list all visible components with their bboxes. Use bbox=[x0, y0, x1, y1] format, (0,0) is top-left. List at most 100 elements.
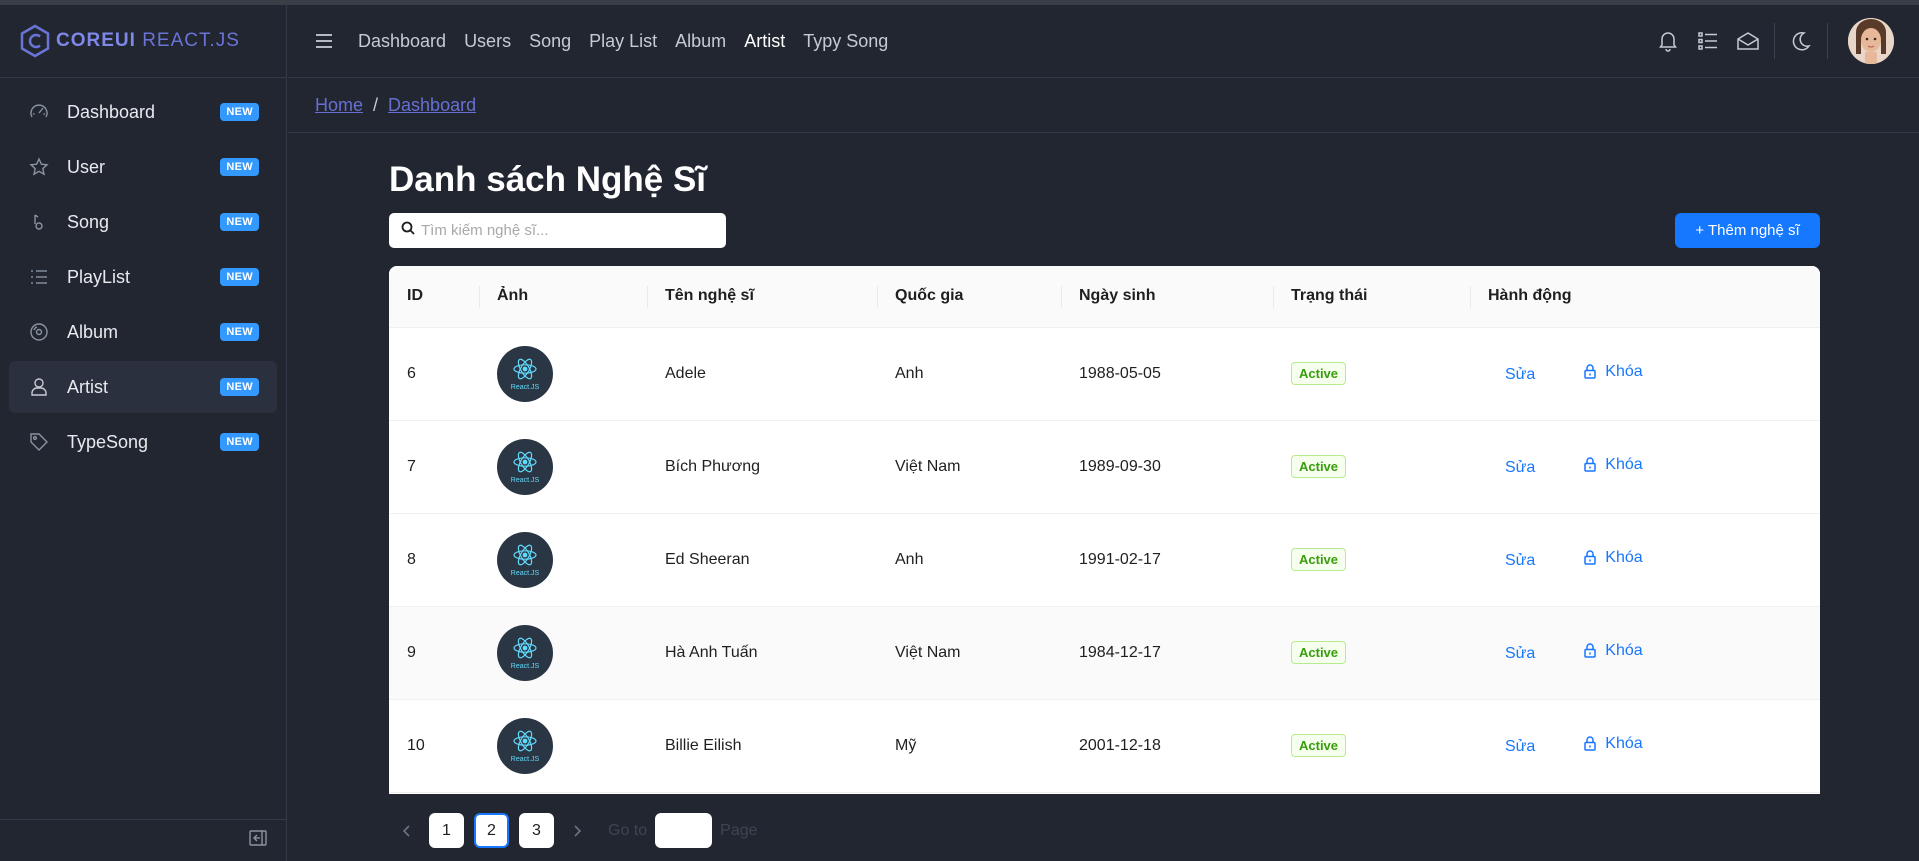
column-header-image[interactable]: Ảnh bbox=[479, 266, 647, 328]
column-separator bbox=[1273, 286, 1274, 308]
avatar[interactable] bbox=[1848, 18, 1894, 64]
sidebar-item-label: Dashboard bbox=[67, 101, 156, 122]
column-header-id[interactable]: ID bbox=[389, 266, 479, 328]
menu-toggle-icon[interactable] bbox=[312, 29, 336, 53]
column-header-actions[interactable]: Hành động bbox=[1470, 266, 1820, 328]
status-badge: Active bbox=[1291, 734, 1347, 757]
top-nav-dashboard[interactable]: Dashboard bbox=[358, 31, 446, 52]
prev-page-icon[interactable] bbox=[389, 813, 424, 848]
breadcrumb-separator: / bbox=[373, 95, 379, 115]
lock-button[interactable]: Khóa bbox=[1583, 735, 1643, 753]
new-badge: NEW bbox=[220, 158, 259, 176]
goto-page-input[interactable] bbox=[655, 813, 713, 848]
cell-actions: Sửa Khóa bbox=[1470, 420, 1820, 514]
edit-link[interactable]: Sửa bbox=[1505, 459, 1535, 476]
next-page-icon[interactable] bbox=[559, 813, 594, 848]
table-row[interactable]: 7 React.JS Bích Phương Việt Nam 1989-09-30 Ac… bbox=[389, 420, 1820, 514]
cell-status: Active bbox=[1273, 699, 1470, 793]
sidebar-item-label: Artist bbox=[67, 376, 109, 397]
cell-status: Active bbox=[1273, 513, 1470, 607]
cell-country: Việt Nam bbox=[877, 420, 1061, 514]
top-nav-song[interactable]: Song bbox=[529, 31, 571, 52]
table-header-row: ID Ảnh Tên nghệ sĩ Quốc gia Ngày sinh Tr… bbox=[389, 266, 1820, 328]
edit-link[interactable]: Sửa bbox=[1505, 552, 1535, 569]
status-badge: Active bbox=[1291, 548, 1347, 571]
column-header-name[interactable]: Tên nghệ sĩ bbox=[647, 266, 877, 328]
sidebar-item-label: Album bbox=[67, 321, 119, 342]
page-item-3[interactable]: 3 bbox=[519, 813, 554, 848]
react-logo-icon bbox=[512, 543, 538, 572]
top-nav-artist[interactable]: Artist bbox=[744, 31, 785, 52]
brand-name: COREUI REACT.JS bbox=[56, 30, 240, 51]
breadcrumb: Home / Dashboard bbox=[288, 79, 1919, 133]
sidebar-item-album[interactable]: Album NEW bbox=[9, 306, 277, 358]
column-header-status[interactable]: Trạng thái bbox=[1273, 266, 1470, 328]
new-badge: NEW bbox=[220, 268, 259, 286]
top-nav: Dashboard Users Song Play List Album Artist Ty… bbox=[358, 31, 888, 52]
sidebar-item-dashboard[interactable]: Dashboard NEW bbox=[9, 86, 277, 138]
page-item-2[interactable]: 2 bbox=[474, 813, 509, 848]
page-label: Page bbox=[720, 821, 758, 839]
task-list-icon[interactable] bbox=[1688, 21, 1728, 61]
edit-link[interactable]: Sửa bbox=[1505, 738, 1535, 755]
cell-id: 7 bbox=[389, 420, 479, 514]
cell-country: Anh bbox=[877, 513, 1061, 607]
search-input[interactable] bbox=[421, 222, 701, 239]
edit-link[interactable]: Sửa bbox=[1505, 645, 1535, 662]
speedometer-icon bbox=[27, 100, 51, 124]
lock-label: Khóa bbox=[1605, 641, 1643, 659]
cell-name: Hà Anh Tuấn bbox=[647, 606, 877, 700]
column-separator bbox=[877, 286, 878, 308]
goto-label: Go to bbox=[608, 821, 648, 839]
top-nav-typy-song[interactable]: Typy Song bbox=[803, 31, 888, 52]
sidebar-item-typesong[interactable]: TypeSong NEW bbox=[9, 416, 277, 468]
goto-page: Go to Page bbox=[608, 813, 758, 848]
lock-button[interactable]: Khóa bbox=[1583, 641, 1643, 660]
lock-button[interactable]: Khóa bbox=[1583, 363, 1643, 381]
avatar-caption: React.JS bbox=[510, 476, 540, 484]
column-header-country[interactable]: Quốc gia bbox=[877, 266, 1061, 328]
tag-icon bbox=[27, 430, 51, 454]
add-artist-button[interactable]: + Thêm nghệ sĩ bbox=[1675, 213, 1820, 248]
cell-birthdate: 1984-12-17 bbox=[1061, 606, 1273, 700]
page-item-1[interactable]: 1 bbox=[429, 813, 464, 848]
edit-link[interactable]: Sửa bbox=[1505, 366, 1535, 383]
sidebar: COREUI REACT.JS Dashboard NEW User NEW Song N… bbox=[0, 5, 287, 861]
sidebar-collapse-icon[interactable] bbox=[248, 828, 268, 853]
new-badge: NEW bbox=[220, 323, 259, 341]
sidebar-item-playlist[interactable]: PlayList NEW bbox=[9, 251, 277, 303]
sidebar-item-user[interactable]: User NEW bbox=[9, 141, 277, 193]
cell-id: 6 bbox=[389, 327, 479, 421]
column-separator bbox=[1061, 286, 1062, 308]
bell-icon[interactable] bbox=[1648, 21, 1688, 61]
cell-country: Anh bbox=[877, 327, 1061, 421]
envelope-open-icon[interactable] bbox=[1728, 21, 1768, 61]
cell-name: Adele bbox=[647, 327, 877, 421]
sidebar-item-artist[interactable]: Artist NEW bbox=[9, 361, 277, 413]
brand[interactable]: COREUI REACT.JS bbox=[0, 5, 286, 78]
top-nav-play-list[interactable]: Play List bbox=[589, 31, 657, 52]
list-icon bbox=[27, 265, 51, 289]
top-nav-album[interactable]: Album bbox=[675, 31, 726, 52]
lock-icon bbox=[1583, 643, 1597, 658]
table-row[interactable]: 10 React.JS Billie Eilish Mỹ 2001-12-18 Activ… bbox=[389, 699, 1820, 793]
react-logo-icon bbox=[512, 357, 538, 386]
top-nav-users[interactable]: Users bbox=[464, 31, 511, 52]
avatar-caption: React.JS bbox=[510, 383, 540, 391]
table-row[interactable]: 6 React.JS Adele Anh 1988-05-05 Active Sửa Khóa bbox=[389, 327, 1820, 421]
avatar-caption: React.JS bbox=[510, 662, 540, 670]
cell-image: React.JS bbox=[479, 420, 647, 514]
breadcrumb-home-link[interactable]: Home bbox=[315, 95, 363, 116]
coreui-logo: COREUI REACT.JS bbox=[20, 24, 240, 58]
sidebar-item-song[interactable]: Song NEW bbox=[9, 196, 277, 248]
sidebar-item-label: TypeSong bbox=[67, 431, 149, 452]
table-row[interactable]: 9 React.JS Hà Anh Tuấn Việt Nam 1984-12-17 Ac… bbox=[389, 606, 1820, 700]
cell-actions: Sửa Khóa bbox=[1470, 327, 1820, 421]
column-header-birthdate[interactable]: Ngày sinh bbox=[1061, 266, 1273, 328]
cell-actions: Sửa Khóa bbox=[1470, 699, 1820, 793]
lock-button[interactable]: Khóa bbox=[1583, 456, 1643, 474]
moon-icon[interactable] bbox=[1781, 21, 1821, 61]
breadcrumb-current-link[interactable]: Dashboard bbox=[388, 95, 476, 116]
lock-button[interactable]: Khóa bbox=[1583, 549, 1643, 567]
table-row[interactable]: 8 React.JS Ed Sheeran Anh 1991-02-17 Active Sử… bbox=[389, 513, 1820, 607]
